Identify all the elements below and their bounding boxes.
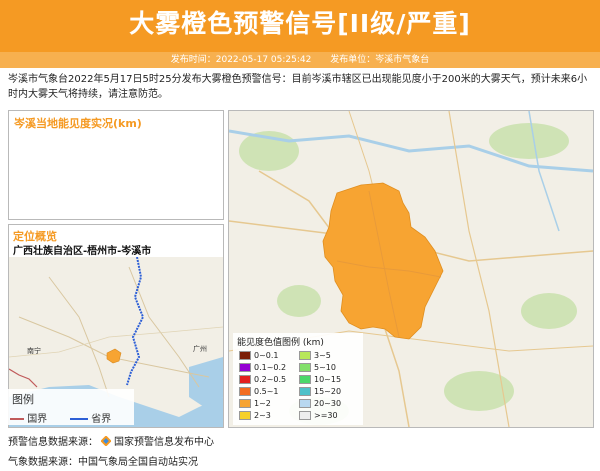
legend-swatch xyxy=(299,387,311,396)
legend-swatch xyxy=(239,399,251,408)
legend-item: 1~2 xyxy=(239,399,271,409)
legend-item-label: 3~5 xyxy=(314,351,331,360)
map-label-nanning: 南宁 xyxy=(27,346,41,355)
map-label-guangzhou: 广州 xyxy=(193,344,207,353)
legend-item-label: 15~20 xyxy=(314,387,342,396)
legend-item-label: 10~15 xyxy=(314,375,342,384)
legend-swatch xyxy=(299,363,311,372)
legend-national-border: 国界 xyxy=(10,410,47,425)
legend-item: 3~5 xyxy=(299,351,331,361)
location-legend: 图例 国界 省界 xyxy=(4,389,134,425)
visibility-panel-title: 岑溪当地能见度实况(km) xyxy=(14,117,142,130)
legend-item: 0~0.1 xyxy=(239,351,279,361)
legend-swatch xyxy=(299,399,311,408)
legend-item: 10~15 xyxy=(299,375,341,385)
legend-item-label: 0~0.1 xyxy=(254,351,279,360)
legend-item: 20~30 xyxy=(299,399,341,409)
legend-swatch xyxy=(239,387,251,396)
visibility-legend-title: 能见度色值图例 (km) xyxy=(237,338,324,348)
warning-description: 岑溪市气象台2022年5月17日5时25分发布大雾橙色预警信号：目前岑溪市辖区已… xyxy=(8,74,588,100)
legend-swatch xyxy=(299,351,311,360)
warning-source: 预警信息数据来源： 国家预警信息发布中心 xyxy=(8,433,214,448)
legend-provincial-border-label: 省界 xyxy=(91,414,112,425)
header-meta: 发布时间：2022-05-17 05:25:42 发布单位：岑溪市气象台 xyxy=(0,52,600,68)
legend-item-label: 0.1~0.2 xyxy=(254,363,287,372)
legend-item: 2~3 xyxy=(239,411,271,421)
header-banner: 大雾橙色预警信号[II级/严重] xyxy=(0,0,600,52)
legend-swatch xyxy=(239,375,251,384)
main-map-panel: 能见度色值图例 (km) 0~0.1 0.1~0.2 0.2~0.5 0.5~1 1~2… xyxy=(228,110,594,428)
location-path: 广西壮族自治区-梧州市-岑溪市 xyxy=(13,246,152,257)
legend-item-label: 0.5~1 xyxy=(254,387,279,396)
warning-source-name[interactable]: 国家预警信息发布中心 xyxy=(114,437,214,448)
legend-item: 5~10 xyxy=(299,363,336,373)
warning-source-label: 预警信息数据来源： xyxy=(8,437,98,448)
legend-swatch xyxy=(239,411,251,420)
legend-swatch xyxy=(299,375,311,384)
legend-swatch xyxy=(299,411,311,420)
weather-source: 气象数据来源：中国气象局全国自动站实况 xyxy=(8,457,198,468)
publish-unit: 发布单位：岑溪市气象台 xyxy=(330,55,430,65)
legend-swatch xyxy=(239,363,251,372)
legend-national-border-label: 国界 xyxy=(27,414,48,425)
legend-item: 0.2~0.5 xyxy=(239,375,286,385)
legend-item: 0.1~0.2 xyxy=(239,363,286,373)
provincial-border-icon xyxy=(70,418,88,420)
visibility-panel: 岑溪当地能见度实况(km) xyxy=(8,110,224,220)
legend-item: 0.5~1 xyxy=(239,387,279,397)
legend-swatch xyxy=(239,351,251,360)
legend-item-label: 1~2 xyxy=(254,399,271,408)
legend-item-label: 0.2~0.5 xyxy=(254,375,287,384)
legend-item-label: >=30 xyxy=(314,411,338,420)
page-title: 大雾橙色预警信号[II级/严重] xyxy=(129,9,471,38)
national-border-icon xyxy=(10,418,24,420)
legend-item-label: 5~10 xyxy=(314,363,336,372)
publish-time: 发布时间：2022-05-17 05:25:42 xyxy=(170,55,312,65)
location-legend-title: 图例 xyxy=(12,393,34,406)
legend-item-label: 20~30 xyxy=(314,399,342,408)
visibility-legend: 能见度色值图例 (km) 0~0.1 0.1~0.2 0.2~0.5 0.5~1 1~2… xyxy=(233,333,363,425)
warning-center-logo-icon xyxy=(101,436,111,446)
legend-item-label: 2~3 xyxy=(254,411,271,420)
legend-item: >=30 xyxy=(299,411,338,421)
legend-item: 15~20 xyxy=(299,387,341,397)
legend-provincial-border: 省界 xyxy=(70,410,111,425)
